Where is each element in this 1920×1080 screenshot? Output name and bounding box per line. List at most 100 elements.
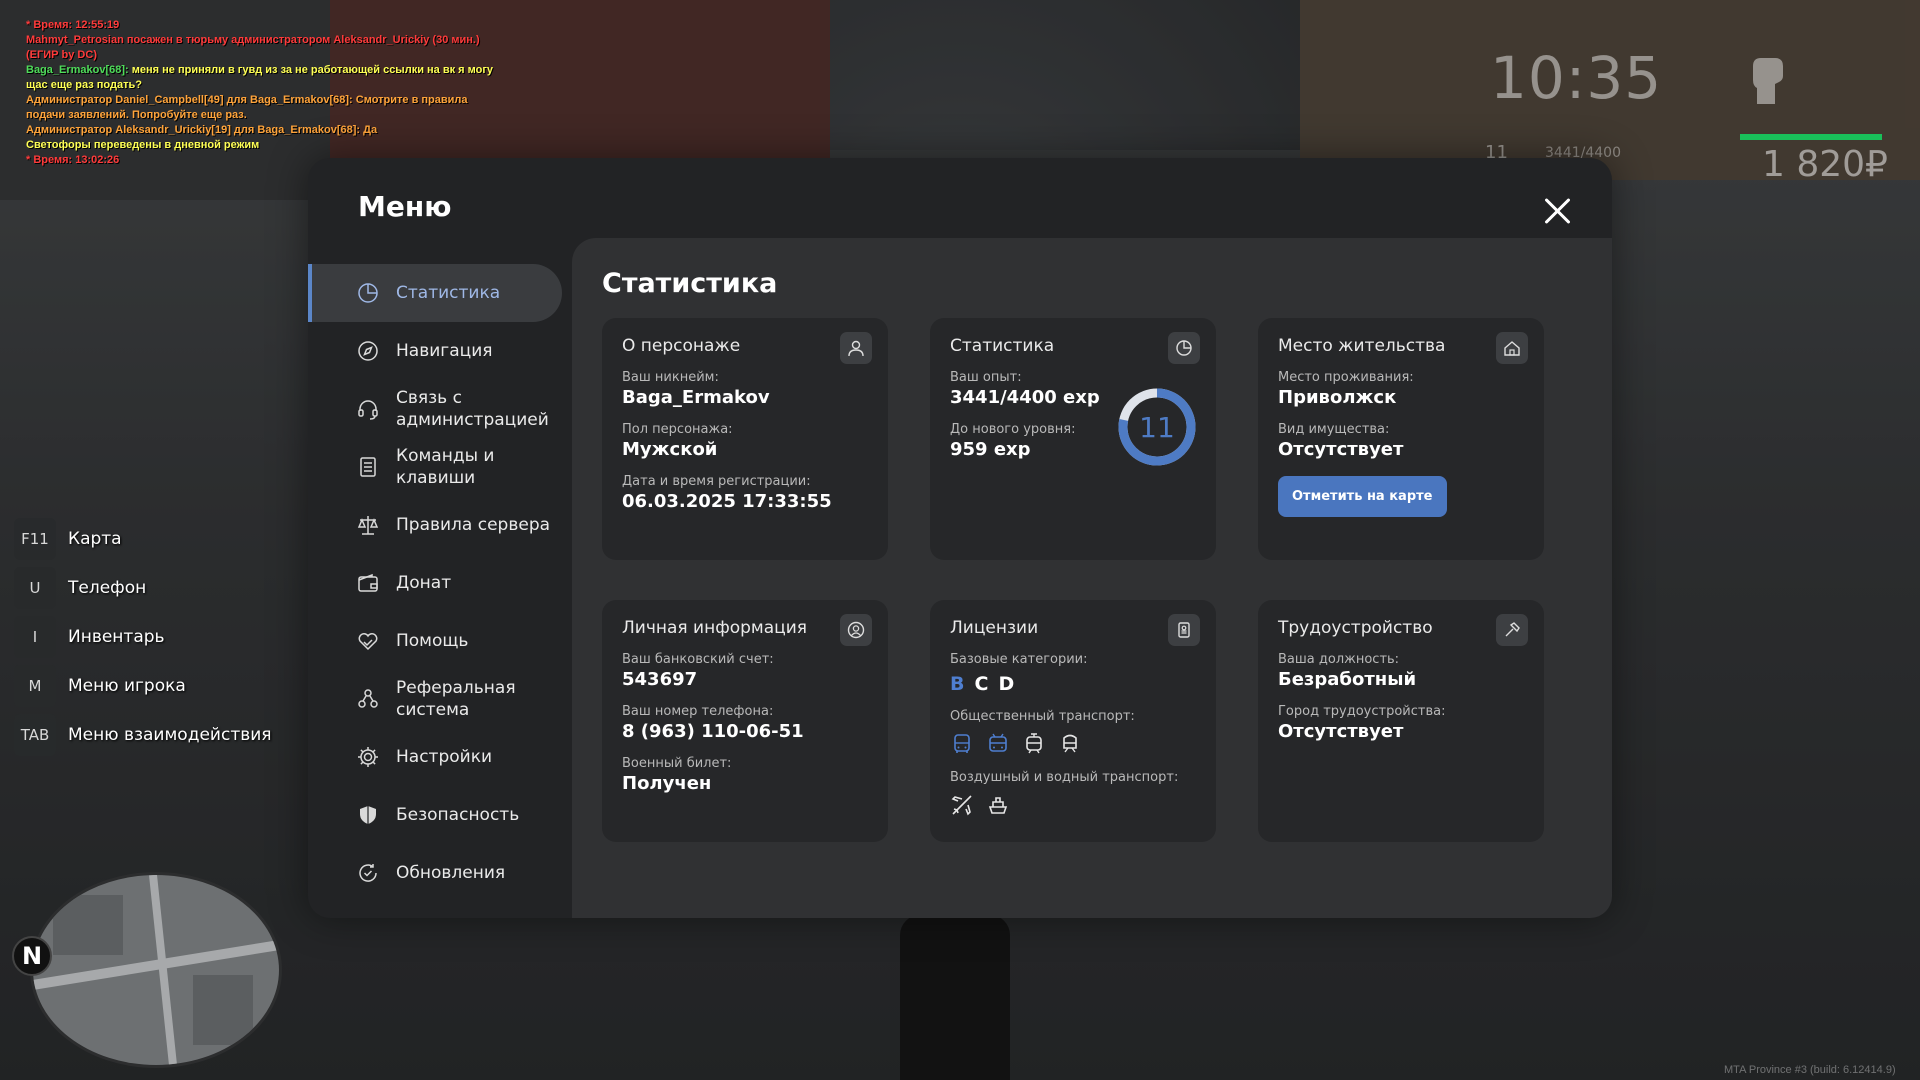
- sidebar-item-0[interactable]: Статистика: [308, 264, 562, 322]
- bank-label: Ваш банковский счет:: [622, 652, 774, 667]
- hotkey-hint: U Телефон: [14, 567, 272, 609]
- sidebar-item-label: Безопасность: [396, 805, 520, 825]
- chat-text: Администратор Daniel_Campbell[49] для Ba…: [26, 94, 471, 121]
- property-value: Отсутствует: [1278, 439, 1404, 460]
- hotkey-key: I: [14, 616, 56, 658]
- job-city-value: Отсутствует: [1278, 721, 1404, 742]
- mark-on-map-button[interactable]: Отметить на карте: [1278, 476, 1447, 517]
- license-category: B: [950, 673, 965, 695]
- air-water-label: Воздушный и водный транспорт:: [950, 770, 1179, 785]
- train-icon: [1063, 734, 1077, 753]
- sidebar-item-2[interactable]: Связь с администрацией: [308, 380, 572, 438]
- content-panel: Статистика О персонаже Ваш никнейм: Baga…: [572, 238, 1612, 918]
- base-categories-label: Базовые категории:: [950, 652, 1088, 667]
- chat-line: * Время: 12:55:19: [26, 18, 506, 33]
- military-value: Получен: [622, 773, 712, 794]
- military-label: Военный билет:: [622, 756, 732, 771]
- sidebar-item-4[interactable]: Правила сервера: [308, 496, 572, 554]
- card-employment: Трудоустройство Ваша должность: Безработ…: [1258, 600, 1544, 842]
- position-label: Ваша должность:: [1278, 652, 1400, 667]
- property-label: Вид имущества:: [1278, 422, 1390, 437]
- sidebar-item-label: Донат: [396, 573, 452, 593]
- pie-chart-icon: [1168, 332, 1200, 364]
- house-icon: [1496, 332, 1528, 364]
- sidebar-item-10[interactable]: Обновления: [308, 844, 572, 902]
- plane-icon: [951, 795, 972, 816]
- chat-line: Mahmyt_Petrosian посажен в тюрьму админи…: [26, 33, 506, 63]
- chat-line: Светофоры переведены в дневной режим: [26, 138, 506, 153]
- bus-icon: [954, 734, 970, 753]
- gender-value: Мужской: [622, 439, 718, 460]
- main-menu-window: Меню Статистика Навигация Связь с админист…: [308, 158, 1612, 918]
- registration-label: Дата и время регистрации:: [622, 474, 811, 489]
- sidebar-item-6[interactable]: Помощь: [308, 612, 572, 670]
- hotkey-label: Инвентарь: [68, 627, 165, 647]
- license-categories: BCD: [950, 673, 1196, 695]
- air-water-icons: [950, 793, 1196, 817]
- hammer-icon: [1496, 614, 1528, 646]
- id-card-icon: [1168, 614, 1200, 646]
- gender-label: Пол персонажа:: [622, 422, 733, 437]
- chat-text: * Время: 12:55:19: [26, 19, 120, 31]
- document-list-icon: [360, 457, 376, 477]
- exp-label: Ваш опыт:: [950, 370, 1022, 385]
- sidebar-item-5[interactable]: Донат: [308, 554, 572, 612]
- sidebar-item-1[interactable]: Навигация: [308, 322, 572, 380]
- public-transport-icons: [950, 732, 1196, 756]
- sidebar-item-label: Обновления: [396, 863, 506, 883]
- hud-money: 1 820₽: [1762, 144, 1888, 185]
- chat-text: Baga_Ermakov[68]:: [26, 64, 129, 76]
- sidebar-item-7[interactable]: Реферальная система: [308, 670, 572, 728]
- card-title: Место жительства: [1278, 336, 1446, 356]
- hotkey-hints: F11 Карта U Телефон I Инвентарь M Меню игрока TA…: [14, 518, 272, 763]
- nickname-value: Baga_Ermakov: [622, 387, 770, 408]
- hotkey-hint: I Инвентарь: [14, 616, 272, 658]
- build-version: MTA Province #3 (build: 6.12414.9): [1724, 1064, 1896, 1076]
- phone-label: Ваш номер телефона:: [622, 704, 774, 719]
- chat-line: Администратор Daniel_Campbell[49] для Ba…: [26, 93, 506, 123]
- hotkey-key: TAB: [14, 714, 56, 756]
- user-icon: [840, 332, 872, 364]
- card-title: О персонаже: [622, 336, 741, 356]
- sidebar-item-label: Команды и клавиши: [396, 446, 495, 488]
- phone-value: 8 (963) 110-06-51: [622, 721, 804, 742]
- chat-text: Администратор Aleksandr_Urickiy[19] для …: [26, 124, 378, 136]
- health-bar: [1740, 134, 1882, 140]
- sidebar-item-label: Связь с администрацией: [396, 388, 549, 430]
- nickname-label: Ваш никнейм:: [622, 370, 719, 385]
- card-character: О персонаже Ваш никнейм: Baga_Ermakov По…: [602, 318, 888, 560]
- compass-icon: [358, 341, 378, 361]
- sidebar-item-3[interactable]: Команды и клавиши: [308, 438, 572, 496]
- gear-icon: [358, 747, 378, 767]
- menu-sidebar: Статистика Навигация Связь с администрацие…: [308, 264, 572, 902]
- sidebar-item-label: Статистика: [396, 283, 501, 303]
- minimap-roads: [33, 875, 279, 1065]
- chat-text: Mahmyt_Petrosian посажен в тюрьму админи…: [26, 34, 483, 61]
- chat-log: * Время: 12:55:19 Mahmyt_Petrosian посаже…: [26, 18, 506, 168]
- tram-icon: [1026, 733, 1042, 754]
- sidebar-item-label: Помощь: [396, 631, 469, 651]
- card-personal-info: Личная информация Ваш банковский счет: 5…: [602, 600, 888, 842]
- card-statistics: Статистика Ваш опыт: 3441/4400 exp До но…: [930, 318, 1216, 560]
- place-label: Место проживания:: [1278, 370, 1414, 385]
- sidebar-item-label: Правила сервера: [396, 515, 551, 535]
- section-title: Статистика: [602, 268, 778, 299]
- scales-icon: [357, 516, 379, 535]
- menu-title: Меню: [358, 190, 452, 223]
- ship-icon: [988, 797, 1008, 814]
- sidebar-item-9[interactable]: Безопасность: [308, 786, 572, 844]
- level-progress-ring: 11: [1118, 388, 1196, 466]
- trolleybus-icon: [989, 733, 1007, 752]
- level-value: 11: [1139, 411, 1175, 444]
- hotkey-key: M: [14, 665, 56, 707]
- chat-text: * Время: 13:02:26: [26, 154, 120, 166]
- sidebar-item-8[interactable]: Настройки: [308, 728, 572, 786]
- minimap: [30, 872, 282, 1068]
- hotkey-label: Телефон: [68, 578, 147, 598]
- close-icon[interactable]: [1540, 194, 1574, 228]
- people-network-icon: [358, 689, 378, 708]
- job-city-label: Город трудоустройства:: [1278, 704, 1446, 719]
- hud-clock: 10:35: [1490, 44, 1663, 112]
- bank-value: 543697: [622, 669, 698, 690]
- public-transport-label: Общественный транспорт:: [950, 709, 1135, 724]
